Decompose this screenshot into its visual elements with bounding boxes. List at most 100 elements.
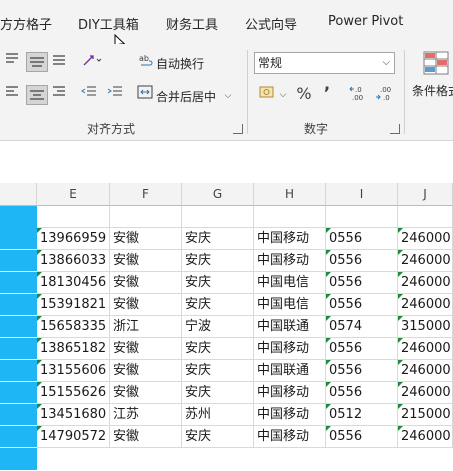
row-header[interactable] <box>0 404 37 426</box>
column-header-j[interactable]: J <box>398 183 453 206</box>
table-cell[interactable]: 中国移动 <box>254 250 326 272</box>
table-cell[interactable]: 13155606 <box>37 360 110 382</box>
table-cell[interactable]: 江苏 <box>110 404 182 426</box>
tab-diy-toolbox[interactable]: DIY工具箱 <box>78 14 139 33</box>
table-cell[interactable]: 15391821 <box>37 294 110 316</box>
table-cell[interactable]: 246000 <box>398 382 453 404</box>
table-cell[interactable]: 246000 <box>398 228 453 250</box>
accounting-dropdown-icon[interactable]: ⌵ <box>278 85 288 105</box>
merge-center-button[interactable]: 合并后居中 <box>156 88 216 105</box>
row-header[interactable] <box>0 360 37 382</box>
table-cell[interactable]: 安徽 <box>110 272 182 294</box>
row-header[interactable] <box>0 316 37 338</box>
tab-formula-wizard[interactable]: 公式向导 <box>245 14 297 33</box>
align-bottom-icon[interactable] <box>50 52 68 73</box>
table-cell[interactable]: 0556 <box>326 272 398 294</box>
table-cell[interactable] <box>326 206 398 228</box>
tab-power-pivot[interactable]: Power Pivot <box>328 14 403 29</box>
conditional-format-icon[interactable] <box>422 50 452 80</box>
number-dialog-launcher-icon[interactable] <box>390 124 400 134</box>
alignment-dialog-launcher-icon[interactable] <box>233 124 243 134</box>
table-cell[interactable]: 0556 <box>326 294 398 316</box>
merge-dropdown-chevron-icon[interactable]: ⌵ <box>222 86 234 106</box>
align-right-icon[interactable] <box>50 85 68 106</box>
table-cell[interactable]: 中国移动 <box>254 338 326 360</box>
table-cell[interactable]: 315000 <box>398 316 453 338</box>
table-cell[interactable]: 15155626 <box>37 382 110 404</box>
table-cell[interactable]: 246000 <box>398 250 453 272</box>
select-all-corner[interactable] <box>0 183 37 206</box>
table-cell[interactable]: 13451680 <box>37 404 110 426</box>
table-cell[interactable]: 246000 <box>398 426 453 448</box>
table-cell[interactable] <box>110 206 182 228</box>
table-cell[interactable]: 苏州 <box>182 404 254 426</box>
table-cell[interactable]: 安徽 <box>110 294 182 316</box>
table-cell[interactable]: 浙江 <box>110 316 182 338</box>
table-cell[interactable]: 13966959 <box>37 228 110 250</box>
table-cell[interactable]: 安庆 <box>182 294 254 316</box>
tab-fangfang[interactable]: 方方格子 <box>0 14 52 33</box>
table-cell[interactable]: 安庆 <box>182 338 254 360</box>
row-header[interactable] <box>0 206 37 229</box>
align-center-button[interactable] <box>26 85 48 105</box>
table-cell[interactable]: 0556 <box>326 228 398 250</box>
orientation-icon[interactable] <box>80 52 104 75</box>
table-cell[interactable]: 安徽 <box>110 228 182 250</box>
table-cell[interactable]: 中国移动 <box>254 228 326 250</box>
table-cell[interactable]: 安徽 <box>110 382 182 404</box>
table-cell[interactable]: 246000 <box>398 294 453 316</box>
align-left-icon[interactable] <box>4 85 20 106</box>
table-cell[interactable]: 安徽 <box>110 338 182 360</box>
align-middle-button[interactable] <box>26 52 48 72</box>
table-cell[interactable]: 0556 <box>326 338 398 360</box>
decrease-indent-icon[interactable] <box>80 85 98 106</box>
column-header-h[interactable]: H <box>254 183 326 206</box>
number-format-select[interactable]: 常规 ⌵ <box>254 52 395 74</box>
table-cell[interactable]: 宁波 <box>182 316 254 338</box>
column-header-e[interactable]: E <box>37 183 110 206</box>
table-cell[interactable]: 中国联通 <box>254 360 326 382</box>
row-header[interactable] <box>0 382 37 404</box>
table-cell[interactable]: 0556 <box>326 360 398 382</box>
row-header[interactable] <box>0 426 37 448</box>
table-cell[interactable] <box>182 206 254 228</box>
table-cell[interactable]: 15658335 <box>37 316 110 338</box>
table-cell[interactable]: 中国移动 <box>254 404 326 426</box>
table-cell[interactable]: 0556 <box>326 382 398 404</box>
table-cell[interactable]: 215000 <box>398 404 453 426</box>
conditional-format-button[interactable]: 条件格式 <box>412 82 453 99</box>
table-cell[interactable]: 0556 <box>326 250 398 272</box>
column-header-f[interactable]: F <box>110 183 182 206</box>
table-cell[interactable]: 246000 <box>398 360 453 382</box>
table-cell[interactable] <box>37 206 110 228</box>
table-cell[interactable]: 0574 <box>326 316 398 338</box>
table-cell[interactable]: 安徽 <box>110 426 182 448</box>
table-cell[interactable]: 中国移动 <box>254 382 326 404</box>
tab-finance-tools[interactable]: 财务工具 <box>166 14 218 33</box>
table-cell[interactable]: 18130456 <box>37 272 110 294</box>
table-cell[interactable]: 246000 <box>398 338 453 360</box>
table-cell[interactable]: 安庆 <box>182 382 254 404</box>
accounting-format-icon[interactable] <box>258 85 276 106</box>
comma-style-icon[interactable]: ’ <box>320 84 334 104</box>
table-cell[interactable]: 中国电信 <box>254 294 326 316</box>
row-header[interactable] <box>0 250 37 272</box>
table-cell[interactable]: 14790572 <box>37 426 110 448</box>
table-cell[interactable]: 中国电信 <box>254 272 326 294</box>
table-cell[interactable]: 0512 <box>326 404 398 426</box>
table-cell[interactable]: 安徽 <box>110 360 182 382</box>
table-cell[interactable]: 安庆 <box>182 272 254 294</box>
table-cell[interactable]: 0556 <box>326 426 398 448</box>
table-cell[interactable]: 安庆 <box>182 426 254 448</box>
table-cell[interactable]: 13866033 <box>37 250 110 272</box>
row-header[interactable] <box>0 338 37 360</box>
table-cell[interactable] <box>398 206 453 228</box>
table-cell[interactable]: 13865182 <box>37 338 110 360</box>
increase-decimal-icon[interactable]: .0.00 <box>348 84 370 109</box>
table-cell[interactable]: 安庆 <box>182 228 254 250</box>
table-cell[interactable]: 安庆 <box>182 250 254 272</box>
percent-style-icon[interactable]: % <box>294 84 314 104</box>
table-cell[interactable]: 安庆 <box>182 360 254 382</box>
decrease-decimal-icon[interactable]: .00.0 <box>374 84 396 109</box>
table-cell[interactable]: 中国移动 <box>254 426 326 448</box>
